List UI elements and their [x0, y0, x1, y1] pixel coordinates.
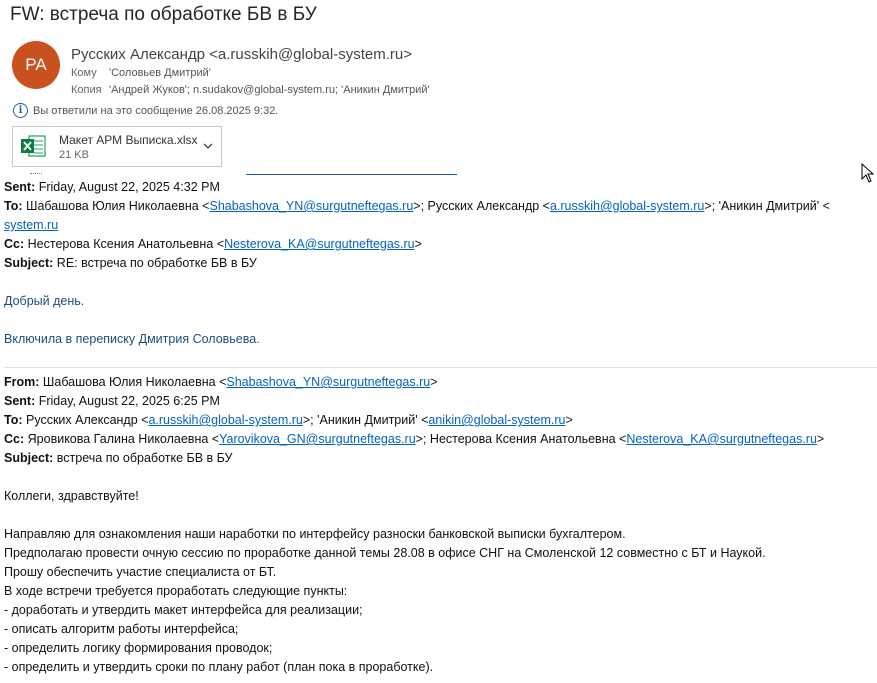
sender-name[interactable]: Русских Александр <a.russkih@global-syst…: [71, 46, 412, 63]
msg1-cc-link[interactable]: Nesterova_KA@surgutneftegas.ru: [224, 237, 415, 251]
msg1-cc: Cc: Нестерова Ксения Анатольевна <Nester…: [4, 237, 422, 251]
cut-off-line: [30, 170, 42, 174]
msg2-line: - описать алгоритм работы интерфейса;: [4, 622, 239, 636]
chevron-down-icon[interactable]: [201, 139, 215, 153]
msg1-greeting: Добрый день.: [4, 294, 85, 308]
msg2-line: Прошу обеспечить участие специалиста от …: [4, 565, 277, 579]
msg2-to: To: Русских Александр <a.russkih@global-…: [4, 413, 573, 427]
msg1-to-link-3[interactable]: system.ru: [4, 218, 58, 232]
cc-recipients[interactable]: 'Андрей Жуков'; n.sudakov@global-system.…: [109, 84, 430, 96]
replied-info: i Вы ответили на это сообщение 26.08.202…: [13, 103, 278, 118]
attachment[interactable]: Макет АРМ Выписка.xlsx 21 KB: [12, 126, 222, 167]
email-subject: FW: встреча по обработке БВ в БУ: [10, 4, 317, 25]
attachment-name: Макет АРМ Выписка.xlsx: [59, 133, 198, 147]
to-line: Кому 'Соловьев Дмитрий': [71, 67, 211, 79]
msg2-line: - доработать и утвердить макет интерфейс…: [4, 603, 363, 617]
msg2-from: From: Шабашова Юлия Николаевна <Shabasho…: [4, 375, 438, 389]
msg1-to-link-1[interactable]: Shabashova_YN@surgutneftegas.ru: [209, 199, 413, 213]
msg2-line: - определить и утвердить сроки по плану …: [4, 660, 434, 674]
msg1-header: Sent: Friday, August 22, 2025 4:32 PM To…: [4, 178, 830, 273]
msg2-subject: Subject: встреча по обработке БВ в БУ: [4, 451, 233, 465]
msg2-cc-link-1[interactable]: Yarovikova_GN@surgutneftegas.ru: [219, 432, 416, 446]
msg1-text: Включила в переписку Дмитрия Соловьева.: [4, 332, 260, 346]
msg2-from-link[interactable]: Shabashova_YN@surgutneftegas.ru: [226, 375, 430, 389]
cc-line: Копия 'Андрей Жуков'; n.sudakov@global-sy…: [71, 84, 430, 96]
msg2-header: From: Шабашова Юлия Николаевна <Shabasho…: [4, 373, 824, 468]
excel-file-icon: [21, 135, 46, 157]
mouse-cursor-icon: [861, 163, 875, 183]
info-icon: i: [13, 103, 28, 118]
msg1-subject: Subject: RE: встреча по обработке БВ в Б…: [4, 256, 257, 270]
avatar[interactable]: РА: [12, 41, 60, 89]
replied-info-text: Вы ответили на это сообщение 26.08.2025 …: [33, 104, 279, 117]
msg2-line: - определить логику формирования проводо…: [4, 641, 273, 655]
attachment-size: 21 KB: [59, 149, 89, 161]
msg2-line: В ходе встречи требуется проработать сле…: [4, 584, 348, 598]
msg2-cc: Cc: Яровикова Галина Николаевна <Yarovik…: [4, 432, 825, 446]
msg2-sent: Sent: Friday, August 22, 2025 6:25 PM: [4, 394, 220, 408]
cut-off-link: [246, 174, 457, 175]
to-recipients[interactable]: 'Соловьев Дмитрий': [109, 67, 211, 79]
msg1-to-link-2[interactable]: a.russkih@global-system.ru: [550, 199, 704, 213]
msg1-to: To: Шабашова Юлия Николаевна <Shabashova…: [4, 199, 830, 213]
msg2-body: Направляю для ознакомления наши наработк…: [4, 525, 766, 677]
to-label: Кому: [71, 67, 97, 79]
msg2-greeting: Коллеги, здравствуйте!: [4, 489, 139, 503]
message-separator: [4, 367, 877, 368]
cc-label: Копия: [71, 84, 102, 96]
msg2-to-link-2[interactable]: anikin@global-system.ru: [428, 413, 565, 427]
msg2-cc-link-2[interactable]: Nesterova_KA@surgutneftegas.ru: [626, 432, 817, 446]
msg1-sent: Sent: Friday, August 22, 2025 4:32 PM: [4, 180, 220, 194]
msg2-line: Направляю для ознакомления наши наработк…: [4, 527, 626, 541]
msg2-line: Предполагаю провести очную сессию по про…: [4, 546, 766, 560]
msg2-to-link-1[interactable]: a.russkih@global-system.ru: [148, 413, 302, 427]
